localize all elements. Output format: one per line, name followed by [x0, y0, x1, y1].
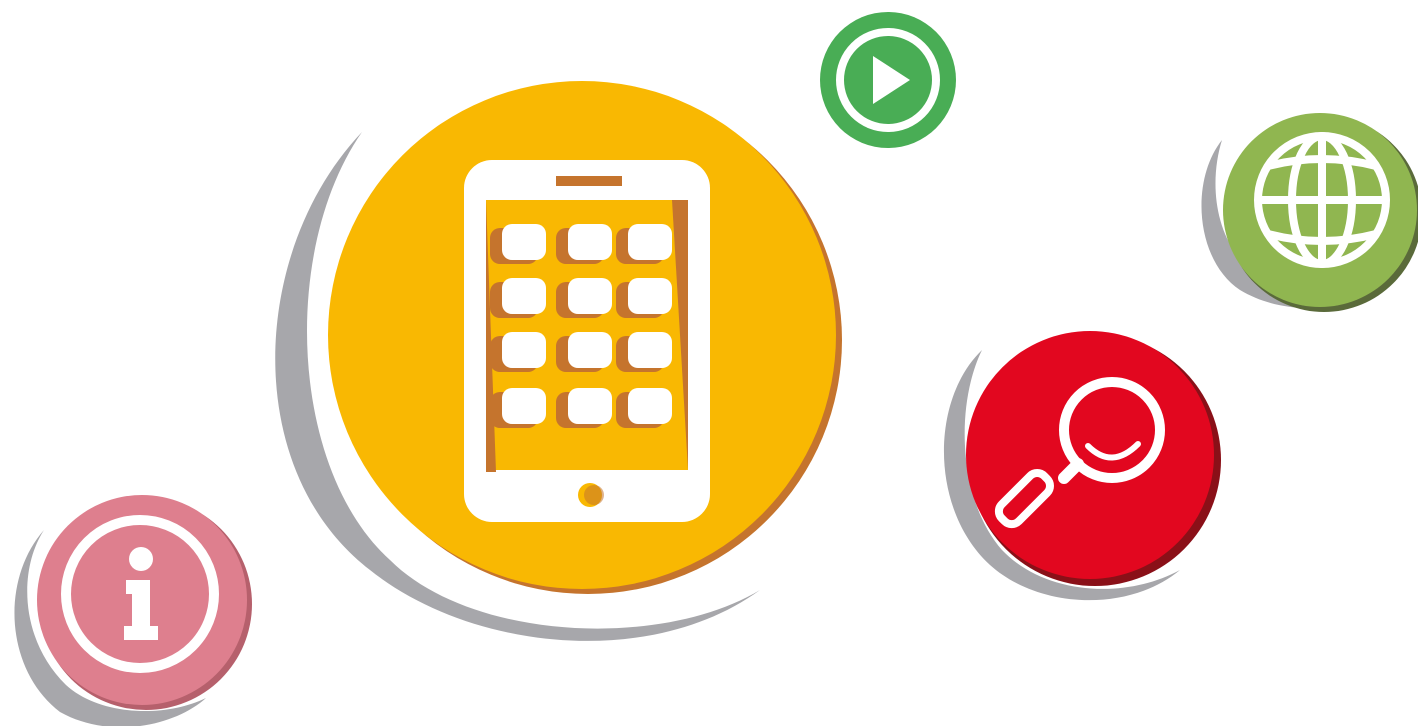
info-button[interactable] [14, 495, 252, 726]
tablet-apps-button[interactable] [275, 81, 842, 641]
app-tile [628, 332, 672, 368]
app-tile [502, 224, 546, 260]
icon-collage-canvas [14, 12, 1418, 726]
app-tile [502, 332, 546, 368]
app-tile [568, 332, 612, 368]
app-tile [628, 278, 672, 314]
app-tile [502, 388, 546, 424]
globe-button[interactable] [1201, 113, 1418, 312]
globe-icon [1254, 132, 1390, 268]
app-tile [628, 388, 672, 424]
tablet-apps-icon [464, 160, 710, 522]
play-button[interactable] [820, 12, 956, 148]
app-tile [568, 224, 612, 260]
app-tile [502, 278, 546, 314]
app-tile [568, 278, 612, 314]
app-tile [568, 388, 612, 424]
search-circle [966, 331, 1214, 579]
icon-collage [0, 0, 1418, 726]
tablet-speaker [556, 176, 622, 186]
search-button[interactable] [943, 331, 1221, 601]
app-tile [628, 224, 672, 260]
